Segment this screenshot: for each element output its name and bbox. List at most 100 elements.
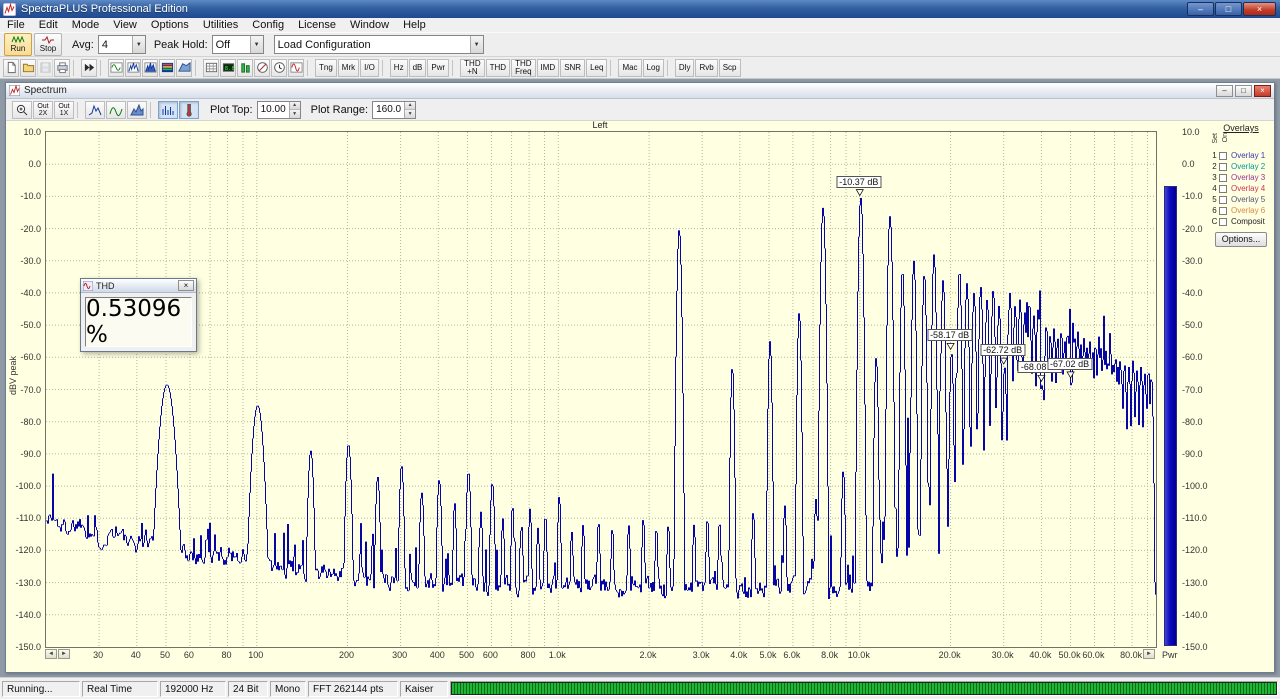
overlay-on-checkbox[interactable] [1219,162,1227,171]
scroll-right-button[interactable]: ► [1143,649,1155,659]
spin-up-icon[interactable]: ▲ [289,101,300,110]
spectrogram-button[interactable] [159,58,175,77]
plot-range-input[interactable]: 160.0 ▲ ▼ [372,100,417,119]
open-folder-button[interactable] [20,58,36,77]
toolbar-button-hz[interactable]: Hz [389,58,408,77]
chevron-down-icon[interactable]: ▼ [249,36,263,53]
avg-select[interactable]: 4 ▼ [97,35,146,54]
toolbar-separator [666,59,672,76]
print-button[interactable] [54,58,70,77]
overlay-on-checkbox[interactable] [1219,173,1227,182]
phase-button[interactable] [254,58,270,77]
surface-3d-button[interactable] [176,58,192,77]
peak-curve-button[interactable] [85,100,105,119]
thd-window[interactable]: THD × 0.53096 % [80,278,197,352]
x-axis-tick-label: 1.0k [548,650,566,660]
menu-edit[interactable]: Edit [32,18,65,32]
toolbar-button-log[interactable]: Log [642,58,664,77]
table-button[interactable] [203,58,219,77]
level-meter-button[interactable] [237,58,253,77]
smooth-curve-button[interactable] [106,100,126,119]
toolbar-button-imd[interactable]: IMD [536,58,560,77]
toolbar-button-dly[interactable]: Dly [674,58,695,77]
y-axis-tick-label-right: -80.0 [1182,416,1203,427]
toolbar-button-snr[interactable]: SNR [560,58,586,77]
toolbar-button-mrk[interactable]: Mrk [337,58,360,77]
menu-utilities[interactable]: Utilities [196,18,245,32]
plot-top-input[interactable]: 10.00 ▲ ▼ [256,100,301,119]
toolbar-button-i-o[interactable]: I/O [360,58,379,77]
overlays-options-button[interactable]: Options... [1215,232,1267,247]
minimize-button[interactable]: – [1187,2,1214,16]
overlay-set-number[interactable]: 6 [1210,206,1219,215]
spectrum-button[interactable] [125,58,141,77]
time-series-button[interactable] [108,58,124,77]
y-axis-tick-label: -80.0 [20,416,41,427]
scroll-left-button[interactable]: ◄ [45,649,57,659]
toolbar-button-rvb[interactable]: Rvb [695,58,718,77]
menu-mode[interactable]: Mode [65,18,107,32]
menu-window[interactable]: Window [343,18,396,32]
bar-display-toggle[interactable] [158,100,178,119]
toolbar-button-scp[interactable]: Scp [718,58,741,77]
thd-close-button[interactable]: × [178,280,194,291]
menu-file[interactable]: File [0,18,32,32]
spin-down-icon[interactable]: ▼ [405,110,416,118]
spectrum-minimize-button[interactable]: – [1216,84,1233,97]
toolbar-button-thd[interactable]: THD [485,58,511,77]
menu-config[interactable]: Config [245,18,291,32]
plot-range-label: Plot Range: [310,103,369,116]
spectrum-window[interactable]: Spectrum – □ × Out 2X Out 1X Plot Top: 1… [5,82,1275,673]
overlay-on-checkbox[interactable] [1219,195,1227,204]
zoom-out-2x-button[interactable]: Out 2X [33,100,53,119]
zoom-in-button[interactable] [12,100,32,119]
menu-license[interactable]: License [291,18,343,32]
peak-hold-select[interactable]: Off ▼ [211,35,264,54]
title-bar[interactable]: SpectraPLUS Professional Edition – □ × [0,0,1280,18]
overlay-on-checkbox[interactable] [1219,217,1227,226]
toolbar-button-leq[interactable]: Leq [586,58,608,77]
toolbar-button-db[interactable]: dB [408,58,427,77]
menu-help[interactable]: Help [396,18,433,32]
menu-options[interactable]: Options [144,18,196,32]
close-button[interactable]: × [1243,2,1276,16]
menu-view[interactable]: View [106,18,144,32]
run-button[interactable]: Run [4,33,32,56]
toolbar-button-pwr[interactable]: Pwr [427,58,450,77]
thd-titlebar[interactable]: THD × [81,279,196,293]
maximize-button[interactable]: □ [1215,2,1242,16]
scroll-left2-button[interactable]: ► [58,649,70,659]
toolbar-button-thd-freq[interactable]: THD Freq [511,58,536,77]
spectrum-maximize-button[interactable]: □ [1235,84,1252,97]
filled-curve-button[interactable] [127,100,147,119]
clock-button[interactable] [271,58,287,77]
level-bar-toggle[interactable] [179,100,199,119]
overlay-label: Composit [1231,217,1265,226]
zoom-out-1x-button[interactable]: Out 1X [54,100,74,119]
overlay-set-number[interactable]: 3 [1210,173,1219,182]
spectrum-close-button[interactable]: × [1254,84,1271,97]
harmonic-marker-icon [946,343,955,351]
new-file-button[interactable] [3,58,19,77]
spin-up-icon[interactable]: ▲ [405,101,416,110]
spectrum-titlebar[interactable]: Spectrum – □ × [6,83,1274,99]
chevron-down-icon[interactable]: ▼ [131,36,145,53]
save-button[interactable] [37,58,53,77]
stop-button[interactable]: Stop [34,33,62,56]
signal-generator-button[interactable] [288,58,304,77]
spin-down-icon[interactable]: ▼ [289,110,300,118]
spectrum-filled-button[interactable] [142,58,158,77]
toolbar-button-thd-n[interactable]: THD +N [460,58,485,77]
digits-button[interactable]: 8.8 [220,58,236,77]
y-axis-tick-label-right: -110.0 [1182,513,1207,524]
overlay-on-checkbox[interactable] [1219,151,1227,160]
toolbar-button-mac[interactable]: Mac [618,58,642,77]
overlay-on-checkbox[interactable] [1219,206,1227,215]
toolbar-button-tng[interactable]: Tng [315,58,337,77]
fast-forward-button[interactable] [81,58,97,77]
chevron-down-icon[interactable]: ▼ [469,36,483,53]
spectrum-plot[interactable] [45,131,1157,648]
main-toolbar: 8.8 Tng Mrk I/O Hz dB Pwr THD +N THD THD Freq IMD S… [0,57,1280,79]
overlay-on-checkbox[interactable] [1219,184,1227,193]
load-configuration-select[interactable]: Load Configuration ▼ [273,35,484,54]
